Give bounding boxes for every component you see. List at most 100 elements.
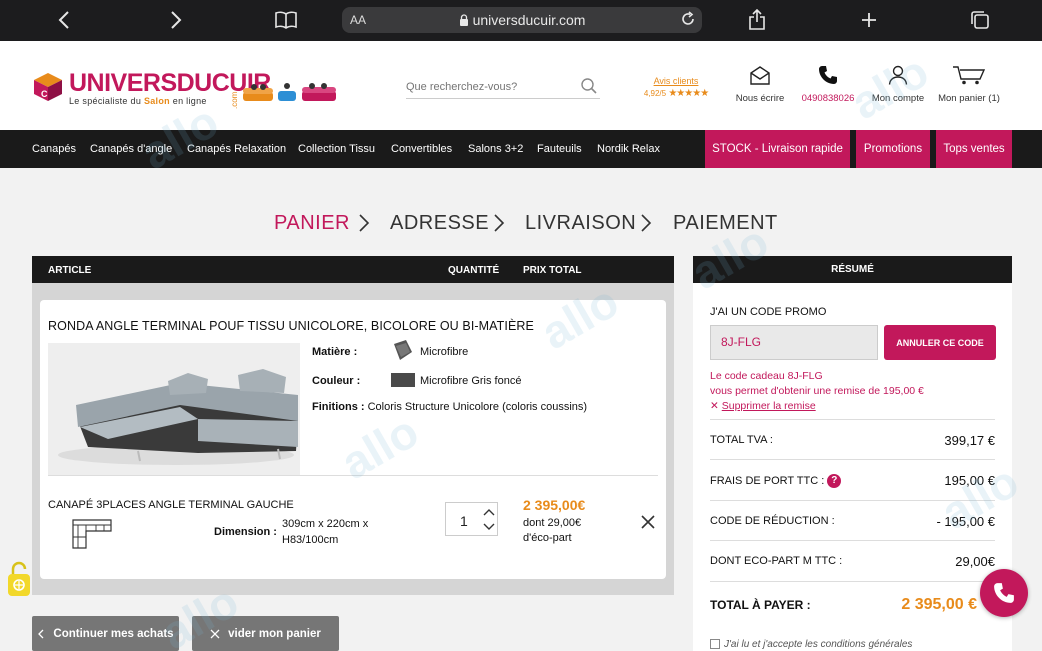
user-icon	[888, 65, 908, 85]
search-icon[interactable]	[580, 77, 598, 100]
nav-item-tissu[interactable]: Collection Tissu	[298, 143, 375, 155]
nav-item-promotions[interactable]: Promotions	[856, 130, 930, 168]
remove-item-icon[interactable]	[640, 514, 656, 535]
logo-cube-icon: C	[34, 73, 62, 101]
bookmarks-icon[interactable]	[274, 8, 298, 32]
close-icon: ✕	[710, 400, 719, 412]
promo-code-input[interactable]: 8J-FLG	[710, 325, 878, 360]
nav-item-salons[interactable]: Salons 3+2	[468, 143, 523, 155]
nav-item-fauteuils[interactable]: Fauteuils	[537, 143, 582, 155]
chevron-right-icon	[359, 214, 370, 232]
chevron-up-icon[interactable]	[481, 504, 497, 520]
rating-stars-icon: ★★★★★	[668, 88, 709, 99]
item-divider	[48, 475, 658, 476]
account-link[interactable]: Mon compte	[869, 65, 927, 104]
finitions-value: Coloris Structure Unicolore (coloris cou…	[364, 401, 588, 413]
nav-item-convertibles[interactable]: Convertibles	[391, 143, 452, 155]
phone-link[interactable]: 0490838026	[797, 65, 859, 104]
fabric-swatch-icon	[394, 340, 412, 360]
phone-icon	[994, 583, 1014, 603]
cart-link[interactable]: Mon panier (1)	[936, 65, 1002, 104]
unlock-icon[interactable]	[6, 560, 32, 600]
site-header: C UNIVERSDUCUIR .com Le spécialiste du S…	[0, 41, 1042, 130]
item-variant-title: CANAPÉ 3PLACES ANGLE TERMINAL GAUCHE	[48, 499, 294, 511]
couleur-value: Microfibre Gris foncé	[420, 375, 522, 387]
nav-item-nordik[interactable]: Nordik Relax	[597, 143, 660, 155]
step-livraison: LIVRAISON	[525, 212, 637, 234]
remove-discount-link[interactable]: ✕ Supprimer la remise	[710, 400, 816, 412]
continue-shopping-button[interactable]: Continuer mes achats	[32, 616, 179, 651]
corner-sofa-diagram-icon	[72, 519, 112, 549]
col-article: ARTICLE	[48, 265, 92, 276]
step-paiement: PAIEMENT	[673, 212, 778, 234]
customer-reviews[interactable]: Avis clients 4,92/5 ★★★★★	[633, 76, 719, 99]
reviews-link[interactable]: Avis clients	[633, 76, 719, 86]
share-icon[interactable]	[746, 8, 768, 32]
product-title[interactable]: RONDA ANGLE TERMINAL POUF TISSU UNICOLOR…	[48, 319, 534, 333]
main-nav: Canapés Canapés d'angle Canapés Relaxati…	[0, 130, 1042, 168]
row-eco-part: DONT ECO-PART M TTC : 29,00€	[710, 540, 995, 580]
nav-item-tops-ventes[interactable]: Tops ventes	[936, 130, 1012, 168]
cart-icon	[953, 66, 986, 85]
envelope-icon	[750, 66, 770, 85]
item-price: 2 395,00€	[523, 497, 586, 513]
reload-icon[interactable]	[680, 11, 696, 32]
empty-cart-button[interactable]: vider mon panier	[192, 616, 339, 651]
terms-checkbox[interactable]	[710, 639, 720, 650]
col-quantity: QUANTITÉ	[448, 265, 500, 276]
dimension-line1: 309cm x 220cm x	[282, 518, 369, 530]
chevron-left-icon	[38, 629, 44, 638]
reviews-rating: 4,92/5	[643, 89, 667, 98]
chevron-right-icon	[494, 214, 505, 232]
chevron-down-icon[interactable]	[481, 519, 497, 535]
chevron-right-icon	[641, 214, 652, 232]
quantity-stepper[interactable]: 1	[445, 502, 498, 536]
dimension-line2: H83/100cm	[282, 534, 339, 546]
lock-icon	[459, 14, 468, 26]
cancel-promo-button[interactable]: ANNULER CE CODE	[884, 325, 996, 360]
couleur-label: Couleur :	[312, 375, 361, 387]
help-icon[interactable]: ?	[827, 474, 842, 488]
address-bar[interactable]: AA universducuir.com	[342, 7, 702, 33]
total-amount: 2 395,00 €	[901, 596, 977, 613]
nav-item-stock[interactable]: STOCK - Livraison rapide	[705, 130, 850, 168]
call-button[interactable]	[980, 569, 1028, 617]
nav-item-relaxation[interactable]: Canapés Relaxation	[187, 143, 286, 155]
phone-icon	[819, 66, 837, 84]
nav-item-canapes[interactable]: Canapés	[32, 143, 76, 155]
new-tab-icon[interactable]	[858, 8, 880, 32]
item-eco-part: dont 29,00€ d'éco-part	[523, 517, 582, 544]
tabs-icon[interactable]	[969, 8, 991, 32]
step-adresse: ADRESSE	[390, 212, 490, 234]
browser-toolbar: AA universducuir.com	[0, 0, 1042, 41]
logo-tagline: Le spécialiste du Salon en ligne	[69, 96, 207, 106]
contact-link[interactable]: Nous écrire	[733, 65, 787, 104]
forward-icon[interactable]	[166, 8, 186, 32]
logo-name: UNIVERSDUCUIR	[69, 69, 271, 97]
dimension-label: Dimension :	[214, 526, 277, 538]
url-text: universducuir.com	[472, 12, 586, 28]
row-total: TOTAL À PAYER : 2 395,00 €	[710, 581, 995, 629]
cart-item: RONDA ANGLE TERMINAL POUF TISSU UNICOLOR…	[40, 300, 666, 579]
row-total-tva: TOTAL TVA : 399,17 €	[710, 419, 995, 459]
sofas-illustration-icon	[243, 83, 336, 101]
promo-label: J'AI UN CODE PROMO	[710, 306, 827, 318]
color-swatch	[391, 373, 415, 387]
close-icon	[210, 629, 220, 638]
finitions-label: Finitions :	[312, 401, 365, 413]
svg-text:C: C	[41, 89, 48, 99]
matiere-value: Microfibre	[420, 346, 469, 358]
col-total: PRIX TOTAL	[523, 265, 582, 276]
summary-panel: J'AI UN CODE PROMO 8J-FLG ANNULER CE COD…	[693, 283, 1012, 651]
row-discount: CODE DE RÉDUCTION : - 195,00 €	[710, 500, 995, 540]
back-icon[interactable]	[54, 8, 74, 32]
product-image[interactable]	[48, 343, 300, 475]
quantity-value[interactable]: 1	[460, 513, 468, 529]
matiere-label: Matière :	[312, 346, 358, 358]
nav-item-canapes-angle[interactable]: Canapés d'angle	[90, 143, 172, 155]
search-box	[406, 77, 600, 99]
terms-checkbox-row[interactable]: J'ai lu et j'accepte les conditions géné…	[710, 639, 912, 650]
summary-header: RÉSUMÉ	[693, 256, 1012, 283]
search-input[interactable]	[406, 78, 566, 96]
row-shipping: FRAIS DE PORT TTC :? 195,00 €	[710, 459, 995, 499]
